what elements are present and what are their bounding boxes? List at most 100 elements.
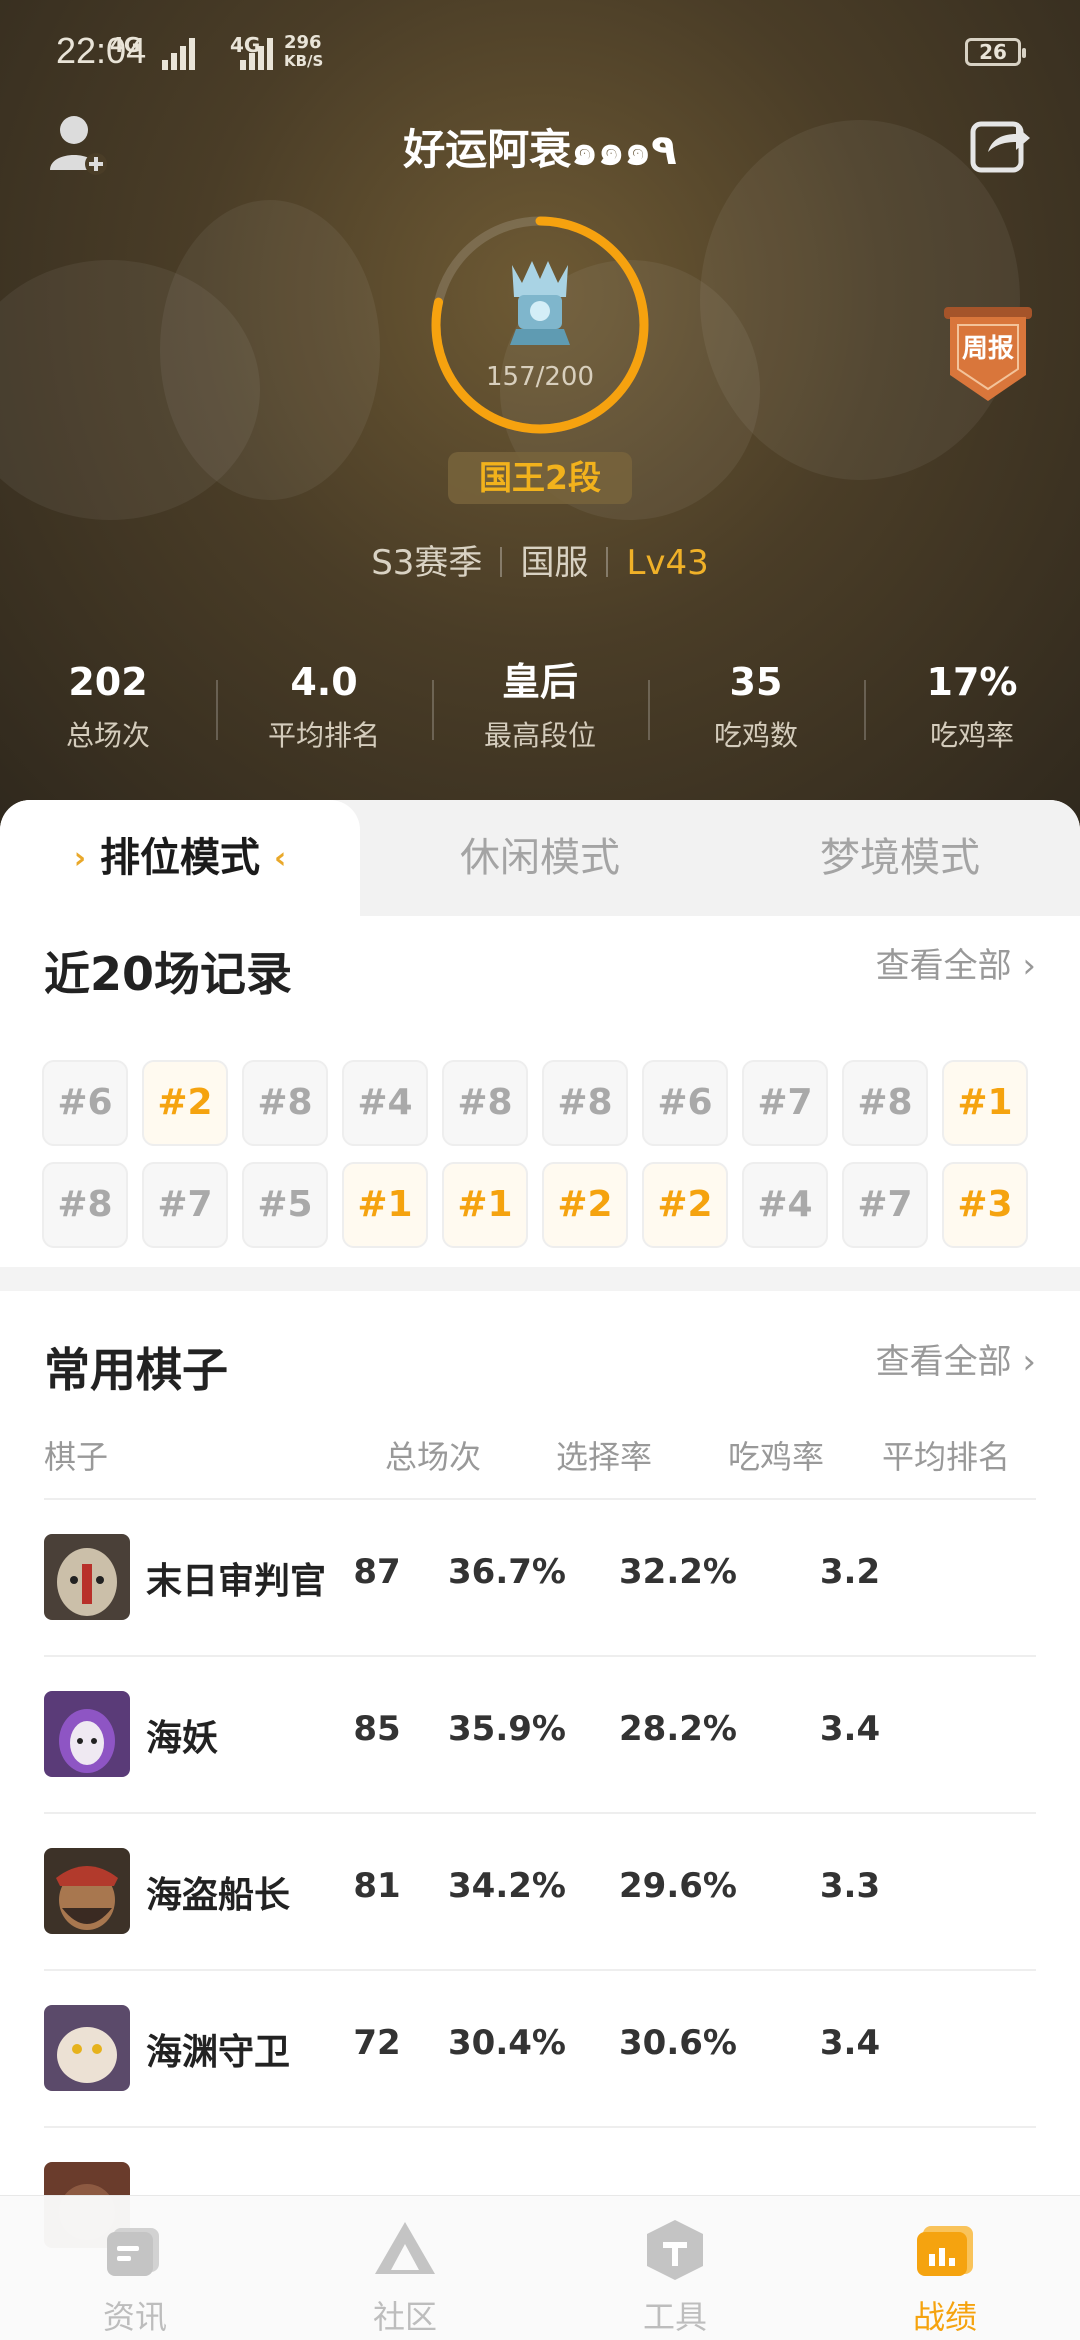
rank-progress-text: 157/200 [485, 362, 594, 392]
speed-value: 296 [284, 32, 322, 53]
stat-wins: 35 吃鸡数 [648, 650, 864, 770]
weekly-report-button[interactable]: 周报 [940, 305, 1036, 405]
result-cell[interactable]: #2 [542, 1162, 628, 1248]
profile-header: 22:04 4G 4G 296 KB/S 26 好运阿衰๑๑๑٩ 157/200… [0, 0, 1080, 840]
result-cell[interactable]: #6 [642, 1060, 728, 1146]
result-cell[interactable]: #3 [942, 1162, 1028, 1248]
username: 好运阿衰๑๑๑٩ [403, 125, 677, 174]
pieces-section-header: 常用棋子 查看全部 › [0, 1312, 1080, 1422]
table-row[interactable]: 末日审判官 87 36.7% 32.2% 3.2 [44, 1498, 1036, 1655]
piece-name: 海盗船长 [146, 1875, 291, 1916]
stat-value: 202 [68, 660, 148, 704]
result-cell[interactable]: #6 [42, 1060, 128, 1146]
total-games: 81 [353, 1866, 401, 1906]
tab-casual[interactable]: 休闲模式 [360, 800, 720, 916]
view-all-label: 查看全部 [875, 1342, 1012, 1382]
result-cell[interactable]: #4 [742, 1162, 828, 1248]
win-rate: 30.6% [619, 2023, 737, 2063]
total-games: 72 [353, 2023, 401, 2063]
record-icon [917, 2226, 973, 2276]
speed-unit: KB/S [284, 52, 324, 70]
nav-label: 工具 [642, 2298, 707, 2336]
stat-total-games: 202 总场次 [0, 650, 216, 770]
table-row[interactable]: 海妖 85 35.9% 28.2% 3.4 [44, 1655, 1036, 1812]
avg-rank: 3.4 [819, 2023, 881, 2063]
result-cell[interactable]: #7 [842, 1162, 928, 1248]
win-rate: 29.6% [619, 1866, 737, 1906]
pick-rate: 30.4% [448, 2023, 566, 2063]
result-cell[interactable]: #8 [242, 1060, 328, 1146]
stat-label: 吃鸡数 [713, 719, 798, 752]
nav-community[interactable]: 社区 [270, 2196, 540, 2340]
stat-value: 皇后 [501, 660, 578, 704]
pieces-table-header: 棋子 总场次 选择率 吃鸡率 平均排名 [44, 1432, 1036, 1492]
stats-row: 202 总场次 4.0 平均排名 皇后 最高段位 35 吃鸡数 17% 吃鸡率 [0, 650, 1080, 770]
result-cell[interactable]: #1 [442, 1162, 528, 1248]
result-cell[interactable]: #5 [242, 1162, 328, 1248]
nav-records[interactable]: 战绩 [810, 2196, 1080, 2340]
win-rate: 32.2% [619, 1552, 737, 1592]
siren-avatar-icon [44, 1691, 130, 1777]
result-cell[interactable]: #2 [642, 1162, 728, 1248]
stat-label: 总场次 [65, 719, 150, 752]
result-cell[interactable]: #7 [742, 1060, 828, 1146]
result-cell[interactable]: #8 [842, 1060, 928, 1146]
nav-news[interactable]: 资讯 [0, 2196, 270, 2340]
pick-rate: 36.7% [448, 1552, 566, 1592]
piece-name: 末日审判官 [146, 1561, 327, 1602]
avg-rank: 3.3 [819, 1866, 881, 1906]
rank-emblem-icon [510, 261, 570, 345]
result-cell[interactable]: #4 [342, 1060, 428, 1146]
abyss-guard-avatar-icon [44, 2005, 130, 2091]
share-icon[interactable] [970, 112, 1032, 174]
battery-icon: 26 [965, 38, 1026, 66]
tab-dream[interactable]: 梦境模式 [720, 800, 1080, 916]
pick-rate: 35.9% [448, 1709, 566, 1749]
view-all-recent-button[interactable]: 查看全部 › [876, 938, 1036, 987]
news-icon [107, 2228, 159, 2276]
view-all-pieces-button[interactable]: 查看全部 › [876, 1334, 1036, 1383]
table-row[interactable]: 海渊守卫 72 30.4% 30.6% 3.4 [44, 1969, 1036, 2126]
pick-rate: 34.2% [448, 1866, 566, 1906]
table-row[interactable]: 海盗船长 81 34.2% 29.6% 3.3 [44, 1812, 1036, 1969]
signal-icon [162, 38, 195, 70]
stat-value: 17% [926, 660, 1018, 704]
nav-tools[interactable]: 工具 [540, 2196, 810, 2340]
column-header: 棋子 [44, 1438, 109, 1476]
recent-results-grid: #6 #2 #8 #4 #8 #8 #6 #7 #8 #1 #8 #7 #5 #1 #1 #2 #2 #4 #7 #3 [42, 1060, 1042, 1248]
chevron-left-icon: ‹ [273, 841, 287, 876]
stat-label: 最高段位 [483, 719, 596, 752]
mode-tabs: › 排位模式 ‹ 休闲模式 梦境模式 [0, 800, 1080, 916]
result-cell[interactable]: #1 [942, 1060, 1028, 1146]
column-header: 总场次 [385, 1438, 482, 1476]
status-bar: 22:04 4G 4G 296 KB/S 26 [0, 0, 1080, 100]
result-cell[interactable]: #8 [442, 1060, 528, 1146]
win-rate: 28.2% [619, 1709, 737, 1749]
nav-label: 社区 [372, 2298, 437, 2336]
column-header: 选择率 [556, 1438, 653, 1476]
tab-label: 排位模式 [100, 835, 260, 881]
tools-icon [647, 2220, 703, 2280]
tab-ranked[interactable]: › 排位模式 ‹ [0, 800, 360, 916]
result-cell[interactable]: #8 [42, 1162, 128, 1248]
nav-label: 战绩 [912, 2298, 977, 2336]
chevron-right-icon: › [1022, 1342, 1036, 1382]
stat-average-rank: 4.0 平均排名 [216, 650, 432, 770]
result-cell[interactable]: #8 [542, 1060, 628, 1146]
stat-label: 平均排名 [267, 719, 380, 752]
divider [500, 547, 503, 577]
column-header: 平均排名 [882, 1438, 1011, 1476]
view-all-label: 查看全部 [875, 946, 1012, 986]
result-cell[interactable]: #1 [342, 1162, 428, 1248]
section-title: 近20场记录 [44, 947, 293, 1001]
result-cell[interactable]: #7 [142, 1162, 228, 1248]
bottom-nav: 资讯 社区 工具 战绩 [0, 2195, 1080, 2340]
rank-progress-ring [431, 216, 649, 434]
network-type: 4G [110, 33, 141, 57]
stat-value: 35 [729, 660, 783, 704]
result-cell[interactable]: #2 [142, 1060, 228, 1146]
community-icon [375, 2222, 435, 2274]
network-speed: 296 KB/S [284, 32, 324, 71]
stat-label: 吃鸡率 [929, 719, 1014, 752]
avg-rank: 3.4 [819, 1709, 881, 1749]
